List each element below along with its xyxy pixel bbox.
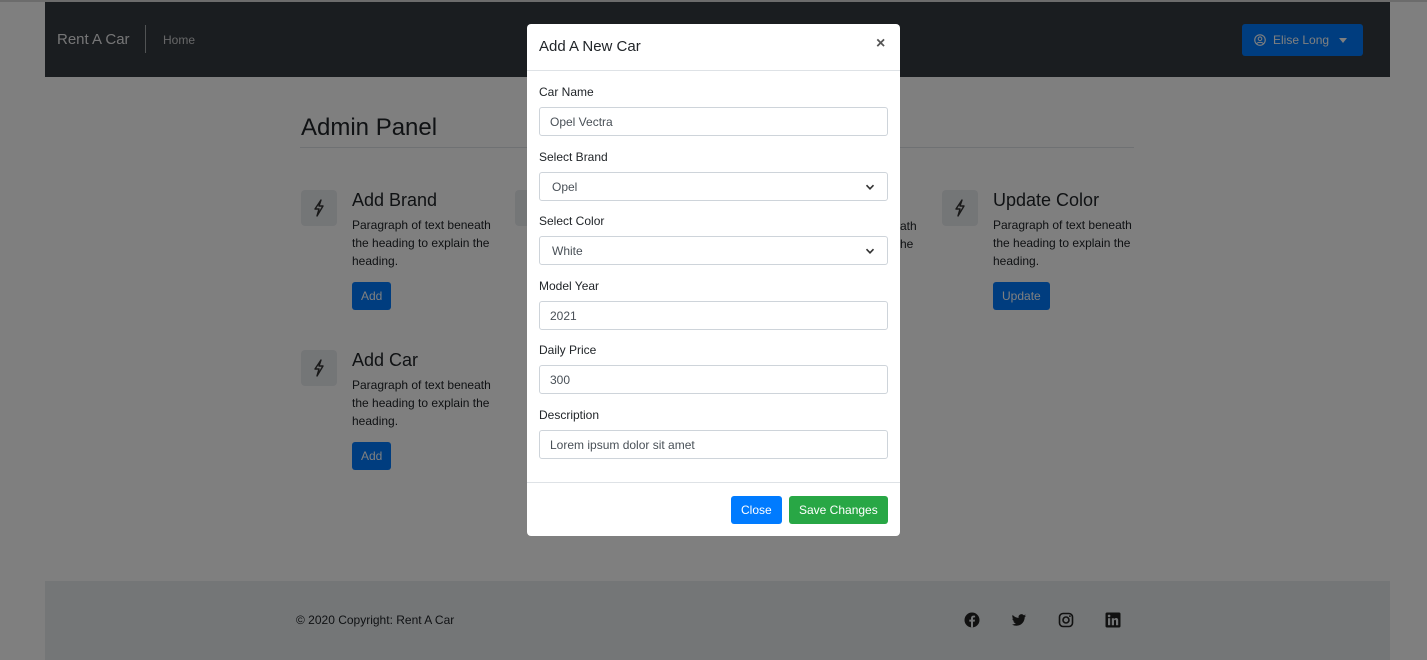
brand-select-value: Opel — [552, 179, 578, 194]
chevron-down-icon — [865, 248, 875, 254]
window-top-border — [0, 0, 1427, 2]
model-year-input[interactable] — [539, 301, 888, 330]
daily-price-input[interactable] — [539, 365, 888, 394]
add-car-modal: Add A New Car × Car Name Select Brand Op… — [527, 24, 900, 536]
close-icon[interactable]: × — [876, 36, 885, 52]
description-label: Description — [539, 408, 600, 422]
description-input[interactable] — [539, 430, 888, 459]
page: Rent A Car Home Elise Long Admin Panel A… — [0, 0, 1427, 660]
close-button[interactable]: Close — [731, 496, 782, 524]
color-select-value: White — [552, 243, 583, 258]
modal-footer: Close Save Changes — [527, 482, 900, 536]
chevron-down-icon — [865, 184, 875, 190]
car-name-input[interactable] — [539, 107, 888, 136]
modal-title: Add A New Car — [539, 38, 641, 55]
color-label: Select Color — [539, 214, 605, 228]
model-year-label: Model Year — [539, 279, 600, 293]
brand-label: Select Brand — [539, 150, 608, 164]
save-changes-button[interactable]: Save Changes — [789, 496, 888, 524]
car-name-label: Car Name — [539, 85, 594, 99]
daily-price-label: Daily Price — [539, 343, 597, 357]
modal-header: Add A New Car × — [527, 24, 900, 71]
color-select[interactable]: White — [539, 236, 888, 265]
brand-select[interactable]: Opel — [539, 172, 888, 201]
